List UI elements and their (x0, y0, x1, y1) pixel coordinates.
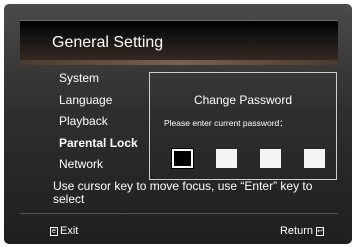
help-text: Use cursor key to move focus, use “Enter… (53, 179, 313, 206)
password-digit-1[interactable] (171, 148, 194, 169)
menu-item-language[interactable]: Language (59, 90, 138, 112)
exit-button[interactable]: e Exit (50, 225, 78, 237)
header-glow (20, 60, 338, 65)
password-digit-3[interactable] (260, 149, 281, 168)
menu-item-parental-lock[interactable]: Parental Lock (59, 133, 138, 155)
page-title: General Setting (52, 34, 164, 51)
return-key-icon: ↩ (316, 226, 324, 236)
return-button[interactable]: Return ↩ (280, 225, 324, 237)
password-digit-4[interactable] (304, 149, 325, 168)
panel-title: Change Password (193, 93, 293, 107)
menu-item-playback[interactable]: Playback (59, 111, 138, 133)
change-password-panel: Change Password Please enter current pas… (149, 72, 337, 180)
password-prompt: Please enter current password： (164, 118, 288, 128)
exit-key-icon: e (50, 226, 58, 236)
menu-item-system[interactable]: System (59, 68, 138, 90)
password-digit-2[interactable] (216, 149, 237, 168)
settings-screen: General Setting System Language Playback… (4, 4, 352, 244)
exit-label: Exit (60, 225, 79, 237)
menu-item-network[interactable]: Network (59, 154, 138, 176)
return-label: Return (279, 225, 313, 237)
footer-divider (20, 213, 338, 214)
settings-menu: System Language Playback Parental Lock N… (59, 68, 138, 176)
